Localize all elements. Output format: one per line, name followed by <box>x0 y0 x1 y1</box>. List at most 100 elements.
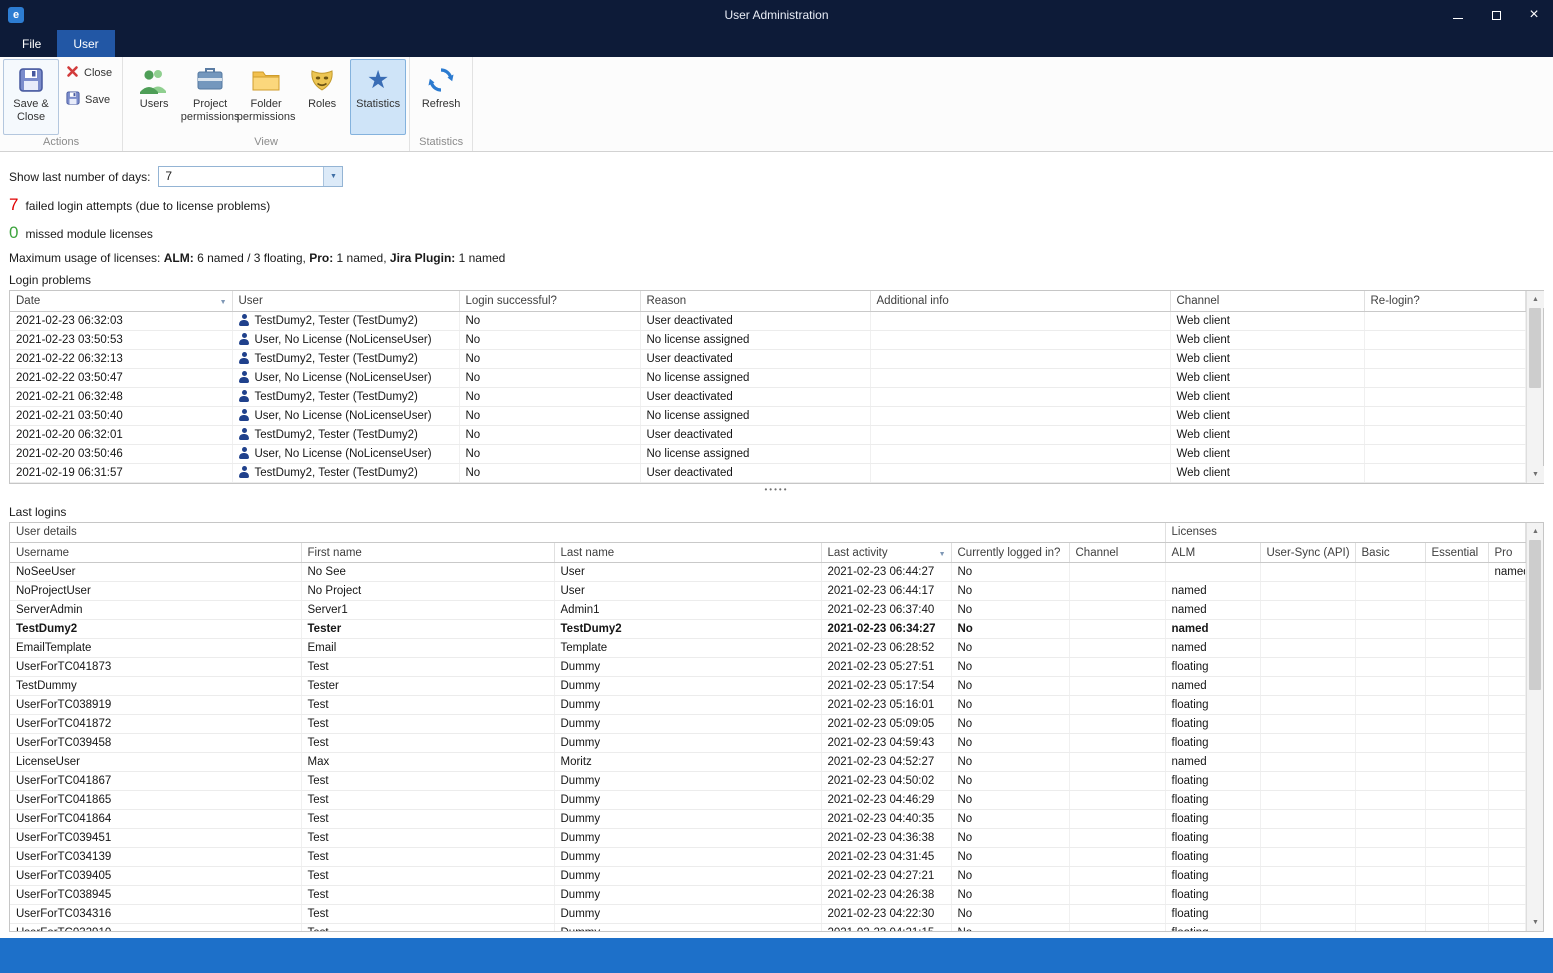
login-problem-row[interactable]: 2021-02-22 06:32:13TestDumy2, Tester (Te… <box>10 349 1526 368</box>
column-header-date[interactable]: Date▼ <box>10 291 232 311</box>
last-activity-cell: 2021-02-23 04:22:30 <box>821 905 951 924</box>
date-cell: 2021-02-20 06:32:01 <box>10 425 232 444</box>
login-problems-scroll-track[interactable] <box>1527 308 1543 466</box>
last-login-row[interactable]: NoProjectUserNo ProjectUser2021-02-23 06… <box>10 582 1526 601</box>
column-header-essential[interactable]: Essential <box>1425 543 1488 563</box>
last-login-row[interactable]: UserForTC039451TestDummy2021-02-23 04:36… <box>10 829 1526 848</box>
column-header-relogin[interactable]: Re-login? <box>1364 291 1526 311</box>
column-header-user[interactable]: User <box>232 291 459 311</box>
login-problem-row[interactable]: 2021-02-23 06:32:03TestDumy2, Tester (Te… <box>10 311 1526 330</box>
tab-file[interactable]: File <box>6 30 57 57</box>
ribbon-tabstrip: File User <box>0 30 1553 57</box>
scrollbar-thumb[interactable] <box>1529 308 1541 388</box>
maximize-button[interactable] <box>1477 0 1515 30</box>
login-problem-row[interactable]: 2021-02-21 03:50:40User, No License (NoL… <box>10 406 1526 425</box>
login-problem-row[interactable]: 2021-02-22 03:50:47User, No License (NoL… <box>10 368 1526 387</box>
save-button[interactable]: Save <box>61 89 117 110</box>
last-logins-scroll-track[interactable] <box>1527 540 1543 914</box>
alm-cell: floating <box>1165 810 1260 829</box>
minimize-button[interactable] <box>1439 0 1477 30</box>
usage-alm-label: ALM: <box>164 251 194 265</box>
refresh-button[interactable]: Refresh <box>413 59 469 135</box>
splitter-handle[interactable]: ••••• <box>9 484 1544 497</box>
last-activity-cell: 2021-02-23 04:52:27 <box>821 753 951 772</box>
first-name-cell: Test <box>301 791 554 810</box>
login-problems-scrollbar[interactable]: ▲ ▼ <box>1526 291 1543 483</box>
statistics-button[interactable]: ★ Statistics <box>350 59 406 135</box>
save-and-close-button[interactable]: Save & Close <box>3 59 59 135</box>
last-login-row[interactable]: UserForTC038919TestDummy2021-02-23 05:16… <box>10 696 1526 715</box>
last-login-row[interactable]: NoSeeUserNo SeeUser2021-02-23 06:44:27No… <box>10 563 1526 582</box>
days-combobox[interactable]: 7 ▼ <box>158 166 343 187</box>
column-header-login-successful[interactable]: Login successful? <box>459 291 640 311</box>
close-ribbon-button[interactable]: Close <box>61 63 117 83</box>
scroll-down-icon[interactable]: ▼ <box>1527 914 1544 931</box>
last-name-cell: Admin1 <box>554 601 821 620</box>
ribbon-group-actions-body: Save & Close Close Save <box>0 57 122 135</box>
scroll-down-icon[interactable]: ▼ <box>1527 466 1544 483</box>
last-login-row[interactable]: TestDumy2TesterTestDumy22021-02-23 06:34… <box>10 620 1526 639</box>
last-login-row[interactable]: UserForTC032910TestDummy2021-02-23 04:21… <box>10 924 1526 931</box>
column-header-username[interactable]: Username <box>10 543 301 563</box>
last-login-row[interactable]: UserForTC039458TestDummy2021-02-23 04:59… <box>10 734 1526 753</box>
column-header-channel[interactable]: Channel <box>1170 291 1364 311</box>
basic-cell <box>1355 601 1425 620</box>
column-header-reason[interactable]: Reason <box>640 291 870 311</box>
scroll-up-icon[interactable]: ▲ <box>1527 291 1544 308</box>
status-bar <box>0 938 1553 973</box>
login-problem-row[interactable]: 2021-02-21 06:32:48TestDumy2, Tester (Te… <box>10 387 1526 406</box>
users-button[interactable]: Users <box>126 59 182 135</box>
login-problem-row[interactable]: 2021-02-19 06:31:57TestDumy2, Tester (Te… <box>10 463 1526 482</box>
scroll-up-icon[interactable]: ▲ <box>1527 523 1544 540</box>
last-name-cell: Dummy <box>554 677 821 696</box>
sort-desc-icon[interactable]: ▼ <box>939 551 946 558</box>
combo-dropdown-button[interactable]: ▼ <box>323 167 342 186</box>
column-header-user-sync[interactable]: User-Sync (API) <box>1260 543 1355 563</box>
last-login-row[interactable]: UserForTC034316TestDummy2021-02-23 04:22… <box>10 905 1526 924</box>
last-login-row[interactable]: UserForTC041864TestDummy2021-02-23 04:40… <box>10 810 1526 829</box>
column-header-last-name[interactable]: Last name <box>554 543 821 563</box>
essential-cell <box>1425 791 1488 810</box>
column-header-alm[interactable]: ALM <box>1165 543 1260 563</box>
logged-in-cell: No <box>951 924 1069 931</box>
last-login-row[interactable]: UserForTC038945TestDummy2021-02-23 04:26… <box>10 886 1526 905</box>
last-login-row[interactable]: UserForTC041865TestDummy2021-02-23 04:46… <box>10 791 1526 810</box>
scrollbar-thumb[interactable] <box>1529 540 1541 690</box>
close-button[interactable]: × <box>1515 0 1553 30</box>
column-header-channel[interactable]: Channel <box>1069 543 1165 563</box>
column-header-currently-logged-in[interactable]: Currently logged in? <box>951 543 1069 563</box>
login-problem-row[interactable]: 2021-02-20 06:32:01TestDumy2, Tester (Te… <box>10 425 1526 444</box>
last-login-row[interactable]: LicenseUserMaxMoritz2021-02-23 04:52:27N… <box>10 753 1526 772</box>
folder-permissions-button[interactable]: Folder permissions <box>238 59 294 135</box>
last-login-row[interactable]: UserForTC034139TestDummy2021-02-23 04:31… <box>10 848 1526 867</box>
app-icon[interactable]: e <box>8 7 24 23</box>
pro-cell <box>1488 772 1526 791</box>
username-cell: UserForTC034139 <box>10 848 301 867</box>
tab-user[interactable]: User <box>57 30 114 57</box>
login-successful-cell: No <box>459 463 640 482</box>
last-logins-scrollbar[interactable]: ▲ ▼ <box>1526 523 1543 931</box>
alm-cell <box>1165 563 1260 582</box>
column-header-last-activity[interactable]: Last activity▼ <box>821 543 951 563</box>
login-problem-row[interactable]: 2021-02-23 03:50:53User, No License (NoL… <box>10 330 1526 349</box>
last-login-row[interactable]: UserForTC041873TestDummy2021-02-23 05:27… <box>10 658 1526 677</box>
alm-cell: floating <box>1165 886 1260 905</box>
last-login-row[interactable]: ServerAdminServer1Admin12021-02-23 06:37… <box>10 601 1526 620</box>
last-name-cell: Dummy <box>554 734 821 753</box>
column-header-additional-info[interactable]: Additional info <box>870 291 1170 311</box>
sort-desc-icon[interactable]: ▼ <box>220 299 227 306</box>
logged-in-cell: No <box>951 658 1069 677</box>
project-permissions-button[interactable]: Project permissions <box>182 59 238 135</box>
user-cell: TestDumy2, Tester (TestDumy2) <box>232 387 459 406</box>
reason-cell: No license assigned <box>640 368 870 387</box>
column-header-first-name[interactable]: First name <box>301 543 554 563</box>
roles-button[interactable]: Roles <box>294 59 350 135</box>
column-header-pro[interactable]: Pro <box>1488 543 1526 563</box>
last-login-row[interactable]: TestDummyTesterDummy2021-02-23 05:17:54N… <box>10 677 1526 696</box>
column-header-basic[interactable]: Basic <box>1355 543 1425 563</box>
login-problem-row[interactable]: 2021-02-20 03:50:46User, No License (NoL… <box>10 444 1526 463</box>
last-login-row[interactable]: UserForTC041867TestDummy2021-02-23 04:50… <box>10 772 1526 791</box>
last-login-row[interactable]: UserForTC041872TestDummy2021-02-23 05:09… <box>10 715 1526 734</box>
last-login-row[interactable]: EmailTemplateEmailTemplate2021-02-23 06:… <box>10 639 1526 658</box>
last-login-row[interactable]: UserForTC039405TestDummy2021-02-23 04:27… <box>10 867 1526 886</box>
